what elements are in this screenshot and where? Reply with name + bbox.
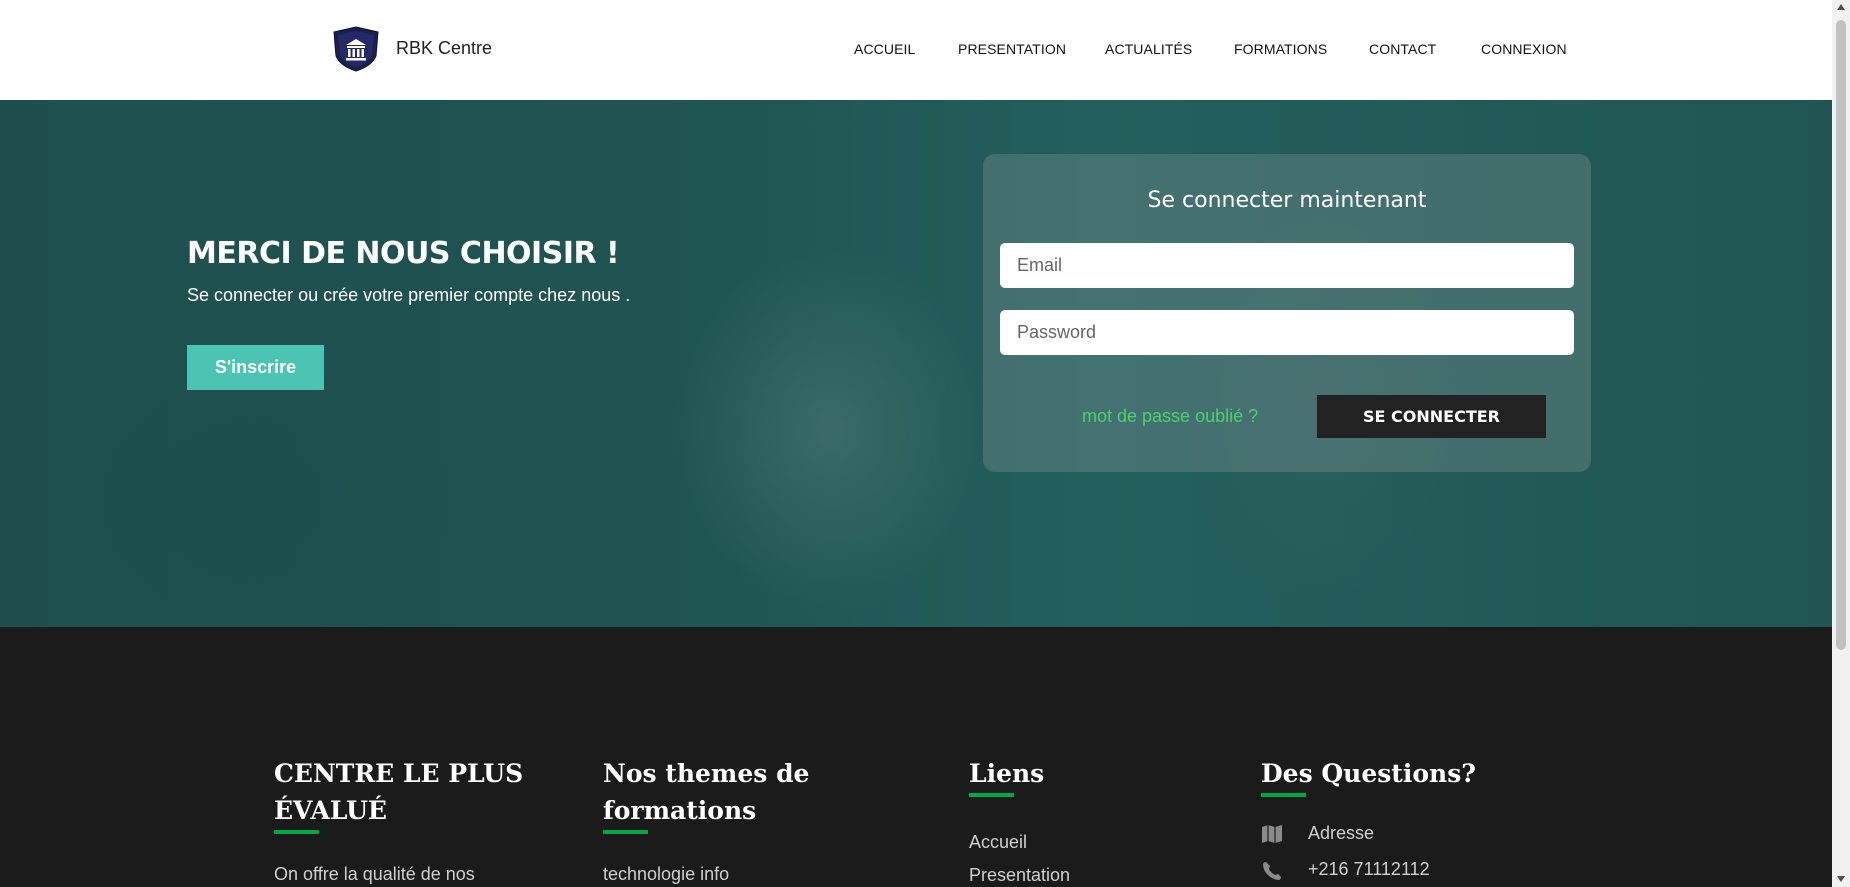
brand-name[interactable]: RBK Centre [396, 38, 492, 59]
footer-col-links: Liens Accueil Presentation [969, 755, 1070, 886]
site-header: RBK Centre ACCUEIL PRESENTATION ACTUALIT… [0, 0, 1832, 100]
map-icon [1262, 825, 1282, 844]
hero-title: MERCI DE NOUS CHOISIR ! [187, 236, 620, 271]
bank-shield-icon[interactable] [332, 26, 380, 72]
scroll-up-icon[interactable] [1837, 4, 1845, 10]
site-footer: CENTRE LE PLUS ÉVALUÉ On offre la qualit… [0, 627, 1832, 887]
footer-underline [274, 830, 319, 834]
footer-about-text: On offre la qualité de nos [274, 864, 475, 884]
hero-section: MERCI DE NOUS CHOISIR ! Se connecter ou … [0, 100, 1832, 627]
nav-accueil[interactable]: ACCUEIL [854, 41, 915, 57]
phone-icon [1263, 861, 1281, 880]
footer-about-title: CENTRE LE PLUS ÉVALUÉ [274, 755, 523, 829]
page-scrollbar[interactable] [1832, 0, 1850, 887]
footer-themes-title: Nos themes de formations [603, 755, 809, 829]
footer-col-themes: Nos themes de formations technologie inf… [603, 755, 809, 885]
login-title: Se connecter maintenant [1147, 188, 1427, 213]
footer-link-presentation[interactable]: Presentation [969, 865, 1070, 886]
footer-phone-label[interactable]: +216 71112112 [1308, 859, 1430, 879]
footer-underline [969, 793, 1014, 797]
footer-links-title: Liens [969, 759, 1045, 788]
footer-theme-item[interactable]: technologie info [603, 864, 809, 885]
footer-themes-title-line2: formations [603, 796, 757, 825]
login-submit-button[interactable]: SE CONNECTER [1317, 395, 1546, 438]
nav-presentation[interactable]: PRESENTATION [958, 41, 1066, 57]
footer-about-title-line2: ÉVALUÉ [274, 796, 387, 825]
login-card: Se connecter maintenant mot de passe oub… [983, 154, 1591, 472]
footer-address-label: Adresse [1308, 823, 1375, 843]
footer-col-questions: Des Questions? Adresse +216 71112112 [1261, 755, 1476, 882]
footer-phone: +216 71112112 [1261, 859, 1476, 881]
footer-address: Adresse [1261, 823, 1476, 845]
signup-button[interactable]: S'inscrire [187, 345, 324, 390]
forgot-password-link[interactable]: mot de passe oublié ? [1082, 406, 1258, 427]
scroll-thumb[interactable] [1836, 20, 1846, 650]
footer-about-title-line1: CENTRE LE PLUS [274, 759, 524, 788]
nav-connexion[interactable]: CONNEXION [1481, 41, 1567, 57]
footer-questions-title: Des Questions? [1261, 759, 1476, 788]
footer-underline [603, 830, 648, 834]
hero-subtitle: Se connecter ou crée votre premier compt… [187, 285, 631, 305]
scroll-down-icon[interactable] [1837, 876, 1845, 882]
footer-col-about: CENTRE LE PLUS ÉVALUÉ On offre la qualit… [274, 755, 523, 885]
footer-link-accueil[interactable]: Accueil [969, 832, 1070, 853]
email-field[interactable] [1000, 243, 1574, 288]
nav-actualites[interactable]: ACTUALITÉS [1105, 41, 1192, 57]
footer-underline [1261, 793, 1306, 797]
nav-formations[interactable]: FORMATIONS [1234, 41, 1327, 57]
nav-contact[interactable]: CONTACT [1369, 41, 1436, 57]
footer-themes-title-line1: Nos themes de [603, 759, 810, 788]
password-field[interactable] [1000, 310, 1574, 355]
